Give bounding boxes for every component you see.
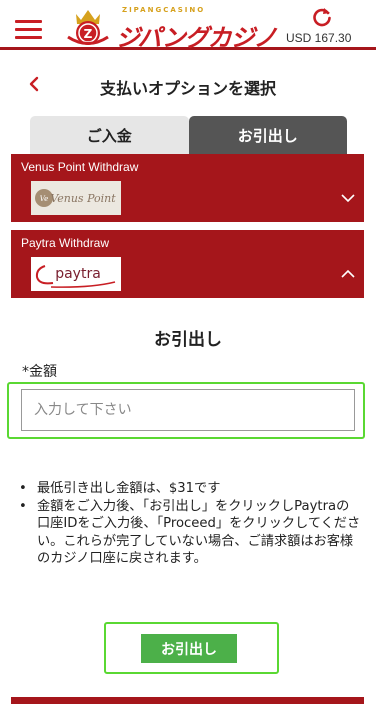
balance-display: USD 167.30 bbox=[286, 31, 352, 45]
withdraw-notes: 最低引き出し金額は、$31です 金額をご入力後、「お引出し」をクリックしPayt… bbox=[17, 480, 362, 568]
tab-withdraw[interactable]: お引出し bbox=[188, 116, 347, 154]
logo-tagline: ZIPANGCASINO bbox=[122, 6, 206, 14]
crown-coin-icon: Z bbox=[67, 10, 109, 45]
svg-text:Venus Point: Venus Point bbox=[50, 192, 116, 205]
amount-input[interactable] bbox=[21, 389, 355, 431]
paytra-logo: paytra bbox=[31, 257, 121, 291]
svg-text:paytra: paytra bbox=[55, 266, 101, 282]
hamburger-icon[interactable] bbox=[15, 20, 42, 40]
casino-logo[interactable]: Z ZIPANGCASINO ジパングカジノ bbox=[66, 6, 277, 52]
venus-point-logo: Ve Venus Point bbox=[31, 181, 121, 215]
logo-wordmark: ジパングカジノ bbox=[116, 24, 277, 52]
app-header: Z ZIPANGCASINO ジパングカジノ USD 167.30 bbox=[0, 0, 376, 52]
page-title: 支払いオプションを選択 bbox=[99, 79, 276, 98]
payment-tabs: ご入金 お引出し bbox=[30, 116, 347, 154]
note-item: 金額をご入力後、「お引出し」をクリックしPaytraの口座IDをご入力後、「Pr… bbox=[17, 498, 362, 568]
withdraw-submit-button[interactable]: お引出し bbox=[141, 634, 237, 663]
method-venus-point[interactable]: Venus Point Withdraw Ve Venus Point bbox=[11, 154, 364, 222]
method-label: Paytra Withdraw bbox=[21, 236, 110, 250]
footer-bar bbox=[11, 697, 364, 704]
chevron-down-icon bbox=[341, 194, 355, 203]
svg-text:Z: Z bbox=[84, 27, 93, 41]
amount-label: *金額 bbox=[22, 364, 57, 380]
chevron-up-icon bbox=[341, 269, 355, 278]
refresh-icon[interactable] bbox=[311, 6, 333, 28]
method-paytra[interactable]: Paytra Withdraw paytra bbox=[11, 230, 364, 298]
method-label: Venus Point Withdraw bbox=[21, 160, 139, 174]
withdraw-form-title: お引出し bbox=[154, 330, 222, 350]
svg-text:Ve: Ve bbox=[40, 195, 49, 203]
note-item: 最低引き出し金額は、$31です bbox=[17, 480, 362, 498]
tab-deposit[interactable]: ご入金 bbox=[30, 116, 189, 154]
